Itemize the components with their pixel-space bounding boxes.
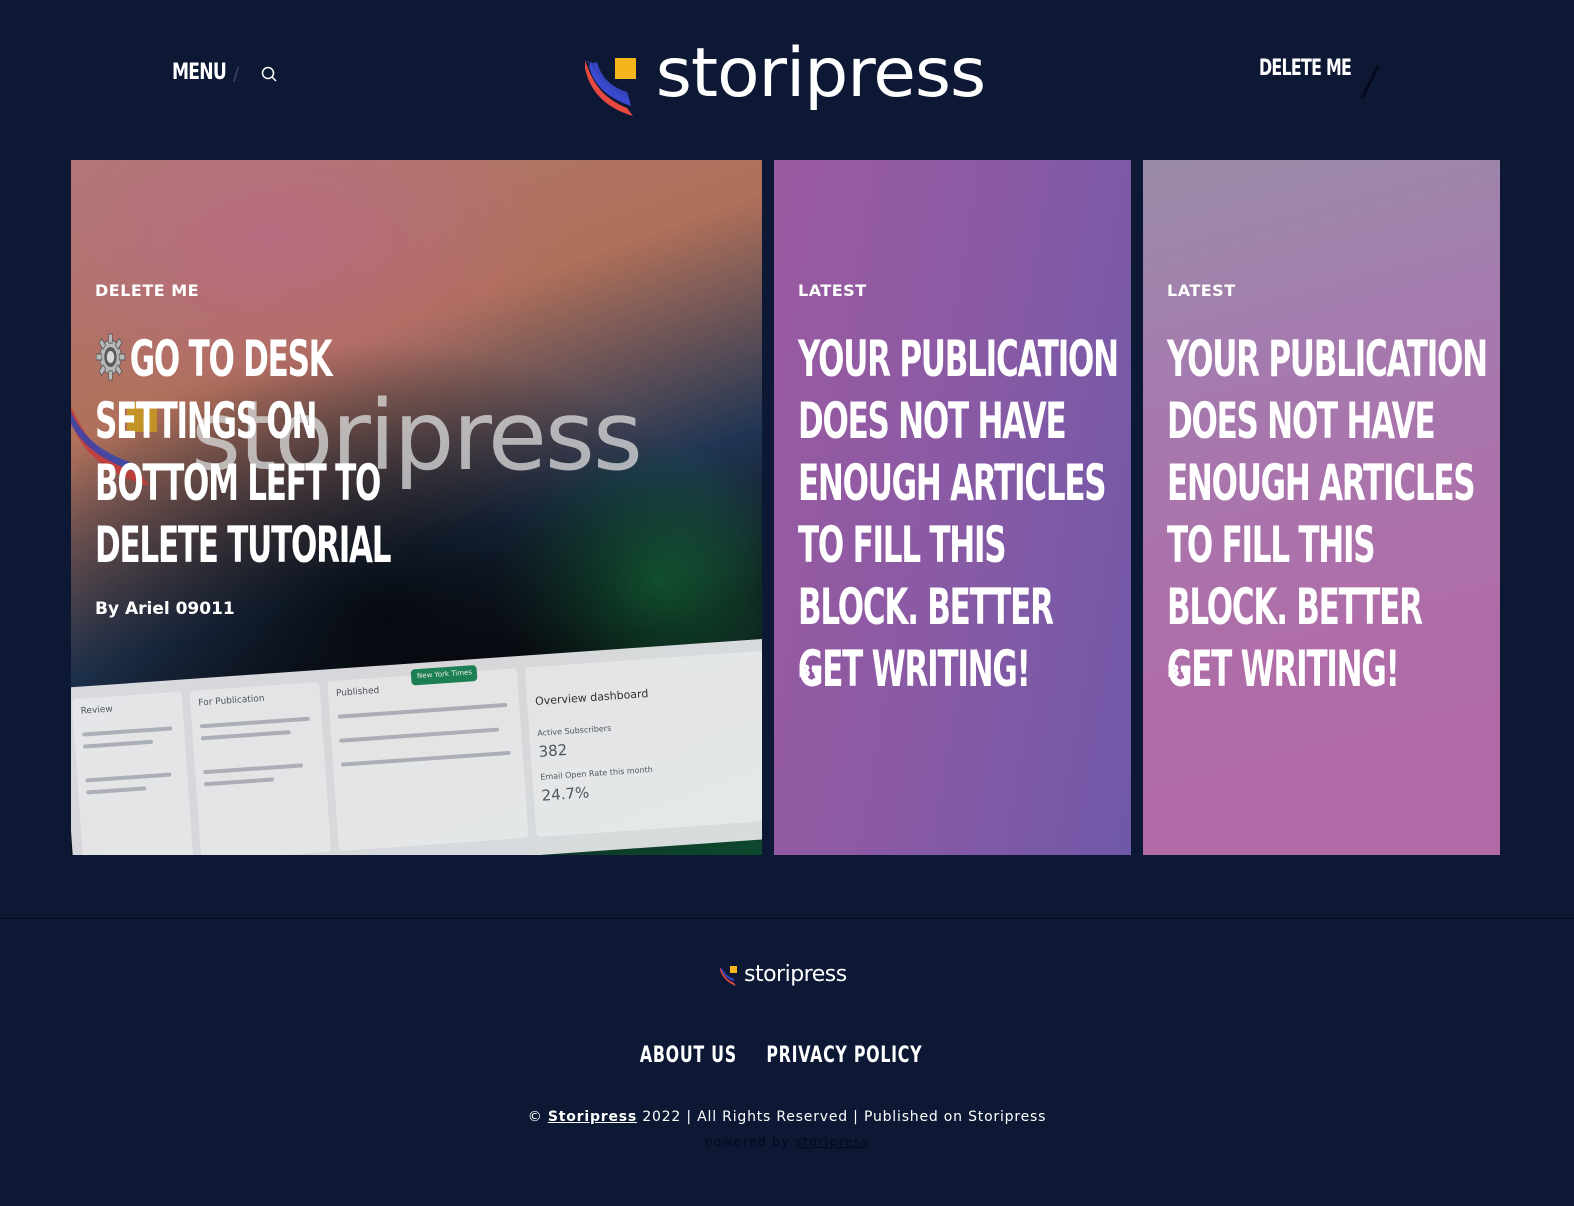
dashboard-column: For Publication	[189, 681, 332, 855]
latest-article-card[interactable]: LATEST YOUR PUBLICATION DOES NOT HAVE EN…	[774, 160, 1131, 855]
storipress-logo-icon	[583, 54, 639, 118]
site-header: MENU / storipress DELETE ME	[0, 0, 1574, 160]
card-byline: By	[798, 662, 823, 682]
privacy-policy-link[interactable]: PRIVACY POLICY	[767, 1043, 923, 1068]
copyright-text: © Storipress 2022 | All Rights Reserved …	[0, 1109, 1574, 1125]
copyright-symbol: ©	[527, 1109, 543, 1125]
header-separator: /	[233, 64, 240, 85]
card-title[interactable]: GO TO DESK SETTINGS ON BOTTOM LEFT TO DE…	[95, 328, 417, 576]
powered-by-link[interactable]: storipress	[795, 1135, 869, 1149]
about-us-link[interactable]: ABOUT US	[640, 1043, 737, 1068]
footer-logo-wordmark: storipress	[744, 961, 847, 987]
slash-divider-icon	[1360, 64, 1380, 100]
footer-nav: ABOUT US PRIVACY POLICY	[0, 1043, 1574, 1068]
footer-logo[interactable]: storipress	[720, 961, 847, 987]
site-logo[interactable]: storipress	[583, 40, 986, 118]
dashboard-column-label: Published	[335, 685, 380, 699]
dashboard-column: Review	[71, 691, 194, 855]
dashboard-column-label: Review	[80, 704, 114, 717]
card-category[interactable]: LATEST	[1167, 281, 1236, 300]
dashboard-column: Published	[327, 668, 529, 852]
card-category[interactable]: LATEST	[798, 281, 867, 300]
footer-divider	[0, 918, 1574, 919]
powered-by-text: powered by storipress	[0, 1135, 1574, 1149]
card-title[interactable]: YOUR PUBLICATION DOES NOT HAVE ENOUGH AR…	[1167, 328, 1489, 700]
dashboard-overview-panel: Overview dashboard Active Subscribers 38…	[524, 650, 762, 838]
card-byline[interactable]: By Ariel 09011	[95, 599, 235, 619]
storipress-link[interactable]: Storipress	[548, 1109, 637, 1125]
storipress-logo-icon	[720, 965, 738, 987]
copyright-suffix: 2022 | All Rights Reserved | Published o…	[642, 1109, 1047, 1125]
powered-by-label: powered by	[704, 1135, 791, 1149]
latest-article-card[interactable]: LATEST YOUR PUBLICATION DOES NOT HAVE EN…	[1143, 160, 1500, 855]
search-icon[interactable]	[260, 65, 280, 85]
card-category[interactable]: DELETE ME	[95, 281, 199, 300]
page: MENU / storipress DELETE ME storipress R…	[0, 0, 1574, 1206]
dashboard-column-label: For Publication	[198, 693, 265, 709]
header-nav-link[interactable]: DELETE ME	[1259, 56, 1352, 81]
card-title[interactable]: YOUR PUBLICATION DOES NOT HAVE ENOUGH AR…	[798, 328, 1120, 700]
menu-button[interactable]: MENU	[172, 60, 227, 85]
logo-wordmark: storipress	[655, 34, 986, 113]
card-byline: By	[1167, 662, 1192, 682]
card-title-text: GO TO DESK SETTINGS ON BOTTOM LEFT TO DE…	[95, 330, 392, 574]
dashboard-panel-title: Overview dashboard	[534, 687, 649, 708]
featured-article-card[interactable]: storipress Review For Publication Publis…	[71, 160, 762, 855]
gear-icon	[95, 332, 126, 382]
